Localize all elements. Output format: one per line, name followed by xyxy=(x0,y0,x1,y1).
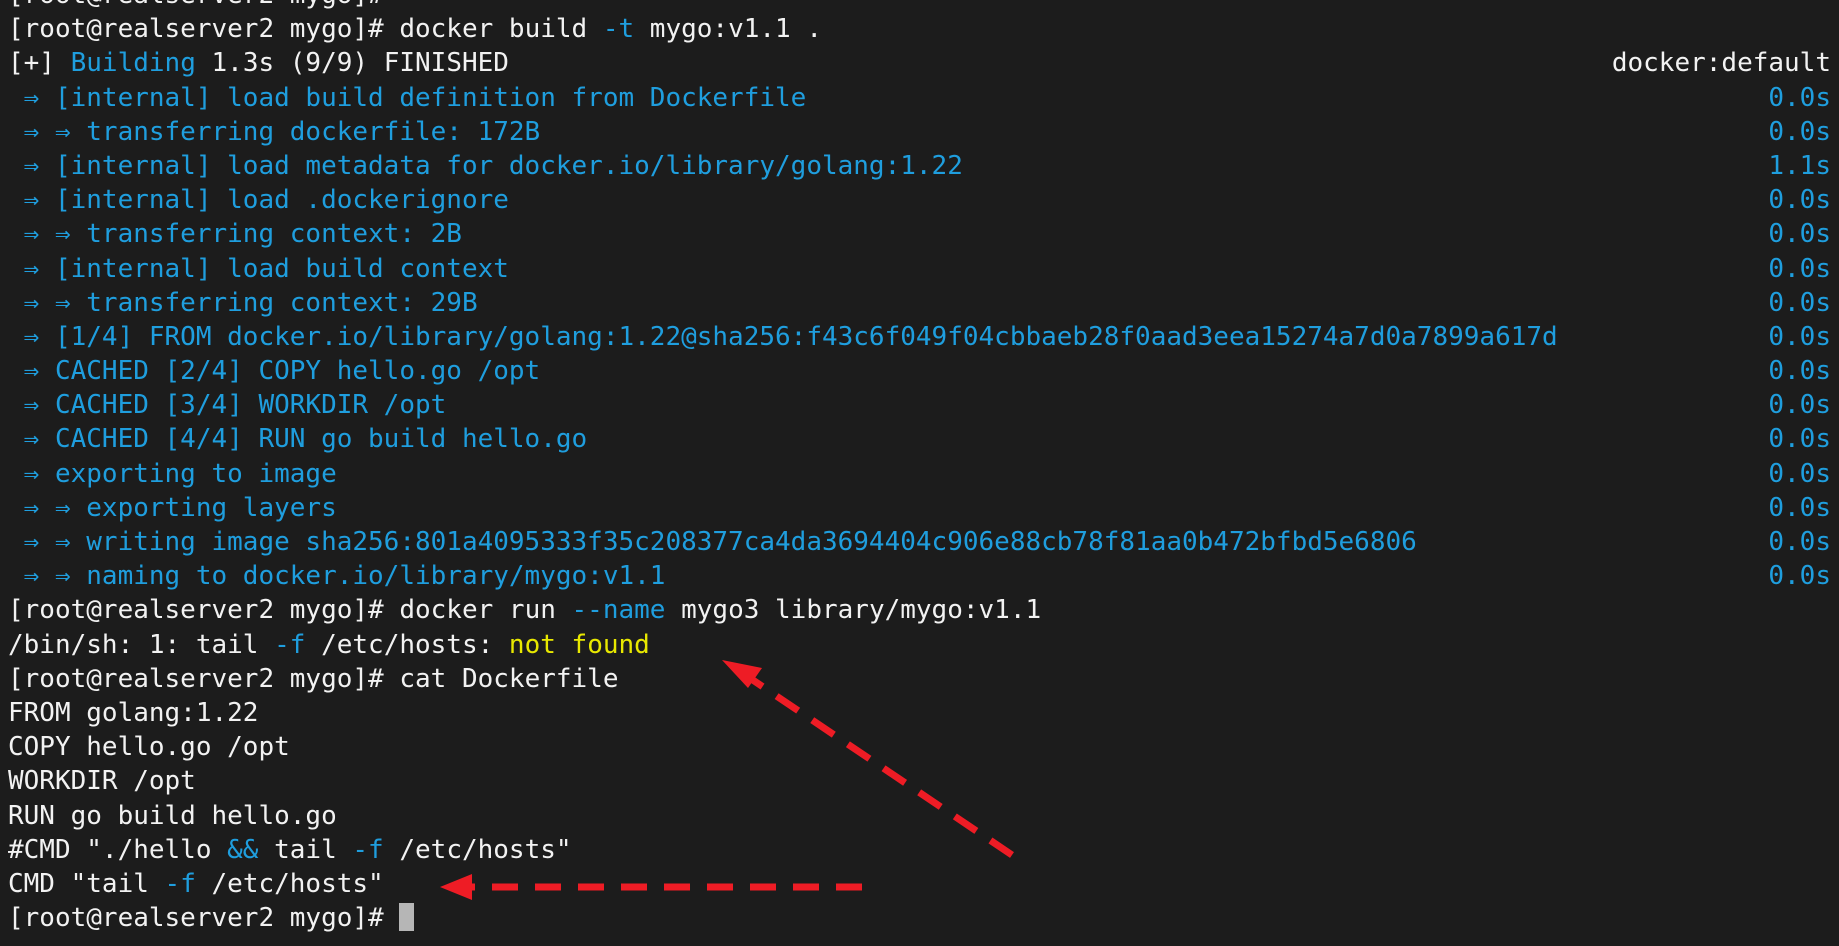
build-step-row: ⇒ ⇒ naming to docker.io/library/mygo:v1.… xyxy=(8,559,1831,593)
build-step-duration: 0.0s xyxy=(1768,219,1831,250)
dockerfile-text: CMD "tail xyxy=(8,868,165,899)
error-prefix: /bin/sh: 1: tail xyxy=(8,629,275,660)
dockerfile-line-cmd: CMD "tail -f /etc/hosts" xyxy=(8,867,1831,901)
build-step-row: ⇒ [internal] load .dockerignore 0.0s xyxy=(8,183,1831,217)
dockerfile-text: #CMD "./hello xyxy=(8,834,228,865)
dockerfile-text: COPY hello.go /opt xyxy=(8,732,290,763)
terminal-line-build-command: [root@realserver2 mygo]# docker build -t… xyxy=(8,12,1831,46)
shell-prompt: [root@realserver2 mygo]# xyxy=(8,0,384,10)
build-step-duration: 0.0s xyxy=(1768,253,1831,284)
build-step-row: ⇒ [internal] load metadata for docker.io… xyxy=(8,149,1831,183)
build-step-text: ⇒ ⇒ transferring context: 2B xyxy=(8,219,462,250)
build-step-duration: 0.0s xyxy=(1768,424,1831,455)
build-step-text: ⇒ [internal] load build definition from … xyxy=(8,82,807,113)
dockerfile-flag-f: -f xyxy=(352,834,384,865)
build-step-duration: 0.0s xyxy=(1768,185,1831,216)
terminal-line-prompt-partial: [root@realserver2 mygo]# xyxy=(8,0,1831,12)
build-step-text: ⇒ [1/4] FROM docker.io/library/golang:1.… xyxy=(8,321,1558,352)
terminal-line-final-prompt: [root@realserver2 mygo]# xyxy=(8,901,1831,935)
build-step-text: ⇒ [internal] load metadata for docker.io… xyxy=(8,150,963,181)
shell-and-operator: && xyxy=(227,834,259,865)
build-step-row: ⇒ exporting to image 0.0s xyxy=(8,457,1831,491)
dockerfile-text: WORKDIR /opt xyxy=(8,766,196,797)
build-step-row: ⇒ ⇒ exporting layers 0.0s xyxy=(8,491,1831,525)
build-step-text: ⇒ CACHED [3/4] WORKDIR /opt xyxy=(8,390,447,421)
build-step-row: ⇒ ⇒ transferring context: 29B 0.0s xyxy=(8,286,1831,320)
dockerfile-text: /etc/hosts" xyxy=(383,834,572,865)
dockerfile-text: RUN go build hello.go xyxy=(8,800,337,831)
terminal-line-error: /bin/sh: 1: tail -f /etc/hosts: not foun… xyxy=(8,628,1831,662)
build-step-duration: 0.0s xyxy=(1768,321,1831,352)
build-step-duration: 0.0s xyxy=(1768,116,1831,147)
command-flag-name: --name xyxy=(571,595,666,626)
build-step-row: ⇒ CACHED [4/4] RUN go build hello.go 0.0… xyxy=(8,422,1831,456)
shell-prompt: [root@realserver2 mygo]# xyxy=(8,14,384,45)
error-status-text: not found xyxy=(508,629,650,660)
build-step-text: ⇒ ⇒ writing image sha256:801a4095333f35c… xyxy=(8,527,1417,557)
build-bracket: [+] xyxy=(8,48,71,79)
build-step-text: ⇒ CACHED [2/4] COPY hello.go /opt xyxy=(8,356,541,387)
dockerfile-line-workdir: WORKDIR /opt xyxy=(8,764,1831,798)
build-step-duration: 0.0s xyxy=(1768,287,1831,318)
build-step-text: ⇒ ⇒ transferring dockerfile: 172B xyxy=(8,116,541,147)
build-summary: 1.3s (9/9) FINISHED xyxy=(195,48,509,79)
command-args: mygo3 library/mygo:v1.1 xyxy=(665,595,1042,626)
terminal-window[interactable]: [root@realserver2 mygo]# [root@realserve… xyxy=(0,0,1839,946)
terminal-line-building-header: [+] Building 1.3s (9/9) FINISHED docker:… xyxy=(8,46,1831,80)
terminal-line-run-command: [root@realserver2 mygo]# docker run --na… xyxy=(8,593,1831,627)
error-flag-f: -f xyxy=(274,629,306,660)
build-step-text: ⇒ ⇒ transferring context: 29B xyxy=(8,287,478,318)
build-step-row: ⇒ ⇒ transferring context: 2B 0.0s xyxy=(8,217,1831,251)
command-text: docker build xyxy=(383,14,603,45)
dockerfile-line-commented-cmd: #CMD "./hello && tail -f /etc/hosts" xyxy=(8,833,1831,867)
command-flag-t: -t xyxy=(602,14,635,45)
build-step-row: ⇒ CACHED [2/4] COPY hello.go /opt 0.0s xyxy=(8,354,1831,388)
build-step-row: ⇒ ⇒ writing image sha256:801a4095333f35c… xyxy=(8,525,1831,559)
build-step-text: ⇒ CACHED [4/4] RUN go build hello.go xyxy=(8,424,588,455)
build-step-duration: 0.0s xyxy=(1768,458,1831,489)
dockerfile-text: /etc/hosts" xyxy=(195,868,384,899)
build-driver-label: docker:default xyxy=(1611,48,1831,79)
terminal-screen: [root@realserver2 mygo]# [root@realserve… xyxy=(0,0,1839,935)
build-status-word: Building xyxy=(70,48,196,79)
dockerfile-text: FROM golang:1.22 xyxy=(8,697,259,728)
build-step-duration: 0.0s xyxy=(1768,561,1831,592)
build-step-text: ⇒ ⇒ naming to docker.io/library/mygo:v1.… xyxy=(8,561,666,592)
build-step-duration: 1.1s xyxy=(1768,150,1831,181)
build-step-text: ⇒ [internal] load build context xyxy=(8,253,509,284)
shell-prompt: [root@realserver2 mygo]# xyxy=(8,663,384,694)
dockerfile-line-run: RUN go build hello.go xyxy=(8,799,1831,833)
text-cursor[interactable] xyxy=(399,903,415,932)
dockerfile-line-copy: COPY hello.go /opt xyxy=(8,730,1831,764)
build-step-row: ⇒ CACHED [3/4] WORKDIR /opt 0.0s xyxy=(8,388,1831,422)
build-step-row: ⇒ ⇒ transferring dockerfile: 172B 0.0s xyxy=(8,115,1831,149)
command-text: cat Dockerfile xyxy=(383,663,619,694)
build-step-duration: 0.0s xyxy=(1768,390,1831,421)
shell-prompt: [root@realserver2 mygo]# xyxy=(8,595,384,626)
build-step-row: ⇒ [internal] load build context 0.0s xyxy=(8,252,1831,286)
build-step-duration: 0.0s xyxy=(1768,82,1831,113)
build-step-duration: 0.0s xyxy=(1768,527,1831,557)
command-text: docker run xyxy=(383,595,572,626)
build-step-text: ⇒ [internal] load .dockerignore xyxy=(8,185,509,216)
build-step-row: ⇒ [1/4] FROM docker.io/library/golang:1.… xyxy=(8,320,1831,354)
dockerfile-text: tail xyxy=(258,834,353,865)
build-step-duration: 0.0s xyxy=(1768,492,1831,523)
build-step-text: ⇒ exporting to image xyxy=(8,458,337,489)
dockerfile-line-from: FROM golang:1.22 xyxy=(8,696,1831,730)
build-step-text: ⇒ ⇒ exporting layers xyxy=(8,492,337,523)
build-step-duration: 0.0s xyxy=(1768,356,1831,387)
dockerfile-flag-f: -f xyxy=(164,868,196,899)
terminal-line-cat-command: [root@realserver2 mygo]# cat Dockerfile xyxy=(8,662,1831,696)
build-step-row: ⇒ [internal] load build definition from … xyxy=(8,81,1831,115)
error-path: /etc/hosts: xyxy=(305,629,509,660)
command-args: mygo:v1.1 . xyxy=(634,14,822,45)
shell-prompt: [root@realserver2 mygo]# xyxy=(8,903,384,934)
